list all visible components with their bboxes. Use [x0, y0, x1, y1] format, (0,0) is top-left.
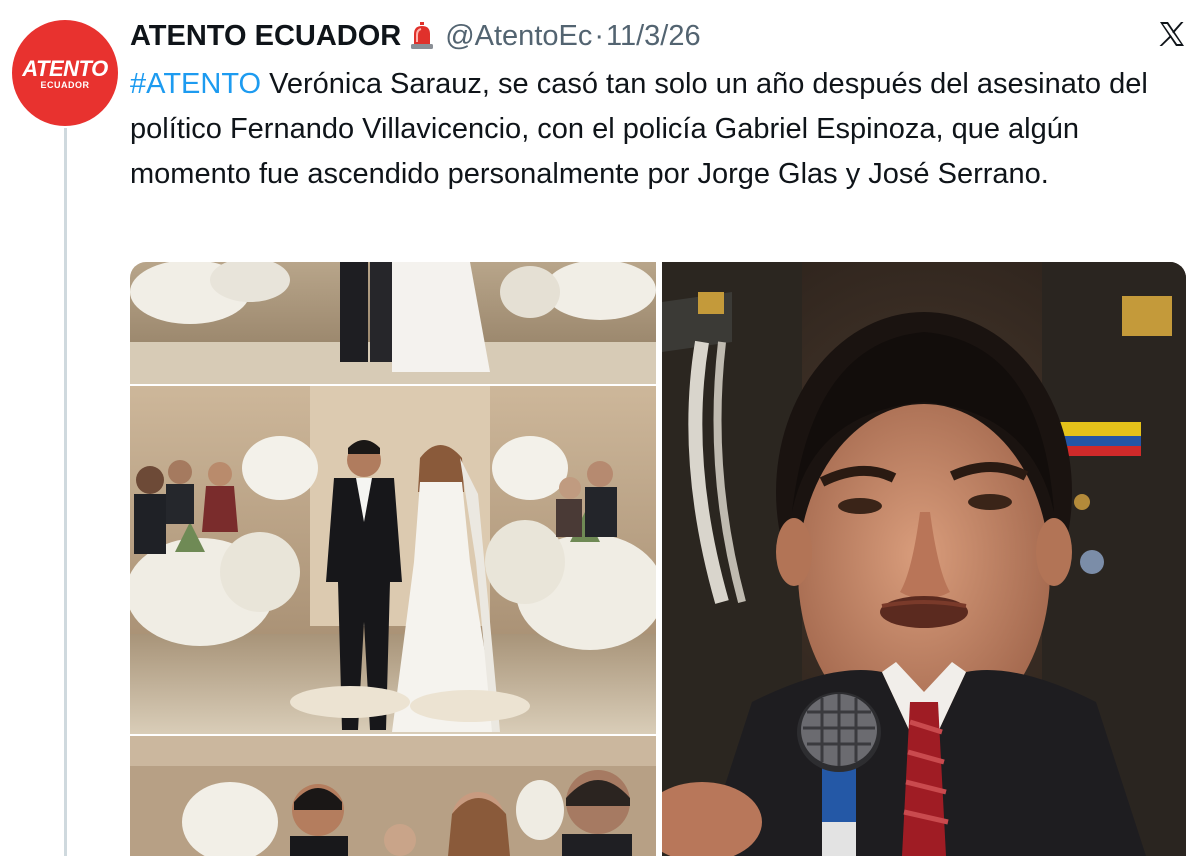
tweet-header: ATENTO ECUADOR @AtentoEc · 11/3/26 [130, 14, 701, 58]
tweet-card: ATENTO ECUADOR ATENTO ECUADOR @AtentoEc … [0, 0, 1200, 856]
avatar-sub-text: ECUADOR [40, 79, 90, 90]
thread-line [64, 128, 67, 856]
tweet-timestamp[interactable]: 11/3/26 [606, 20, 701, 53]
avatar[interactable]: ATENTO ECUADOR [12, 20, 118, 126]
x-logo-icon[interactable] [1158, 20, 1186, 48]
hashtag-link[interactable]: #ATENTO [130, 68, 261, 100]
display-name[interactable]: ATENTO ECUADOR [130, 20, 401, 53]
avatar-brand-text: ATENTO [22, 55, 108, 81]
tweet-text: #ATENTO Verónica Sarauz, se casó tan sol… [130, 62, 1170, 197]
tweet-body: Verónica Sarauz, se casó tan solo un año… [130, 68, 1148, 190]
separator-dot: · [594, 19, 605, 52]
wedding-photo-collage[interactable] [130, 262, 656, 856]
author-handle[interactable]: @AtentoEc [445, 20, 592, 53]
speaker-microphone-photo[interactable] [662, 262, 1186, 856]
media-grid [130, 262, 1186, 856]
siren-icon [409, 22, 435, 50]
